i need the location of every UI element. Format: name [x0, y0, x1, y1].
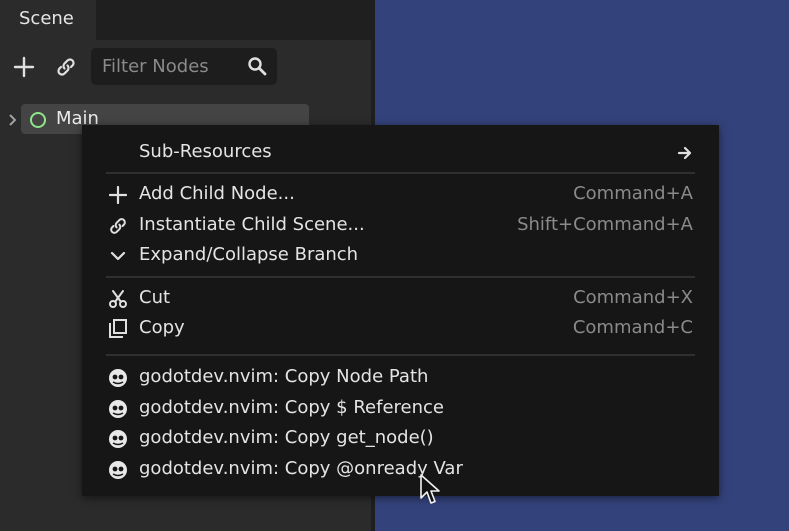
menu-item-label: Expand/Collapse Branch [139, 244, 359, 265]
menu-item-label: Cut [139, 287, 171, 308]
tab-scene[interactable]: Scene [0, 0, 96, 40]
menu-item-instantiate-child-scene[interactable]: Instantiate Child Scene... Shift+Command… [82, 211, 719, 241]
link-icon [57, 58, 75, 76]
menu-item-label: Copy [139, 317, 185, 338]
godot-icon [108, 399, 128, 419]
menu-separator [106, 276, 695, 278]
plus-icon [108, 185, 128, 205]
menu-item-add-child-node[interactable]: Add Child Node... Command+A [82, 180, 719, 210]
filter-nodes-input[interactable] [91, 48, 241, 85]
context-menu: Sub-Resources Add Child Node... Command+… [82, 125, 719, 496]
menu-item-label: godotdev.nvim: Copy $ Reference [139, 397, 444, 418]
scissors-icon [108, 289, 128, 309]
chevron-down-icon [108, 246, 128, 266]
scene-tabbar: Scene [0, 0, 371, 40]
godot-icon [108, 429, 128, 449]
menu-separator [106, 354, 695, 356]
search-icon[interactable] [247, 56, 267, 76]
menu-item-label: godotdev.nvim: Copy @onready Var [139, 458, 463, 479]
menu-item-expand-collapse-branch[interactable]: Expand/Collapse Branch [82, 241, 719, 271]
filter-nodes-field[interactable] [91, 48, 277, 85]
menu-item-label: Add Child Node... [139, 183, 295, 204]
menu-item-copy[interactable]: Copy Command+C [82, 314, 719, 344]
menu-item-copy-onready-var[interactable]: godotdev.nvim: Copy @onready Var [82, 455, 719, 485]
menu-item-label: godotdev.nvim: Copy get_node() [139, 427, 434, 448]
menu-separator [106, 172, 695, 174]
menu-item-cut[interactable]: Cut Command+X [82, 284, 719, 314]
link-icon [108, 216, 128, 236]
chevron-right-icon[interactable] [8, 113, 18, 127]
godot-icon [108, 368, 128, 388]
node-circle-icon [30, 112, 46, 128]
menu-item-shortcut: Command+C [572, 317, 693, 338]
menu-item-label: godotdev.nvim: Copy Node Path [139, 366, 429, 387]
menu-item-label: Sub-Resources [139, 141, 272, 162]
menu-item-copy-reference[interactable]: godotdev.nvim: Copy $ Reference [82, 394, 719, 424]
instantiate-scene-button[interactable] [50, 51, 82, 83]
add-node-button[interactable] [8, 51, 40, 83]
arrow-right-icon [677, 146, 692, 160]
menu-item-label: Instantiate Child Scene... [139, 214, 365, 235]
menu-item-copy-node-path[interactable]: godotdev.nvim: Copy Node Path [82, 363, 719, 393]
plus-icon [13, 56, 35, 78]
menu-item-shortcut: Command+X [573, 287, 693, 308]
menu-item-shortcut: Shift+Command+A [517, 214, 693, 235]
menu-item-copy-get-node[interactable]: godotdev.nvim: Copy get_node() [82, 424, 719, 454]
mouse-cursor-icon [420, 474, 440, 504]
godot-icon [108, 460, 128, 480]
menu-item-shortcut: Command+A [573, 183, 693, 204]
copy-icon [108, 319, 128, 339]
menu-item-sub-resources[interactable]: Sub-Resources [82, 138, 719, 168]
